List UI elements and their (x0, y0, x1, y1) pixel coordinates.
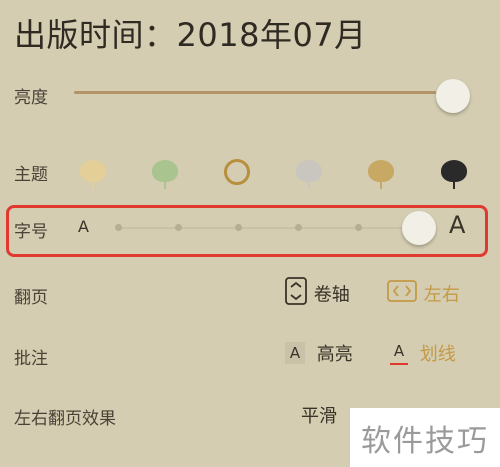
font-size-small-icon[interactable]: A (78, 217, 89, 236)
font-size-label: 字号 (14, 222, 48, 242)
theme-tan-swatch[interactable] (368, 160, 394, 189)
annotation-label: 批注 (14, 349, 48, 369)
turn-effect-value[interactable]: 平滑 (301, 402, 337, 428)
left-right-icon (386, 279, 418, 308)
font-size-slider-knob[interactable] (402, 211, 436, 245)
font-size-step-dot[interactable] (115, 224, 122, 231)
theme-gray-swatch[interactable] (296, 160, 322, 189)
underline-icon: A (390, 341, 408, 365)
theme-green-swatch[interactable] (152, 160, 178, 189)
theme-selected-swatch[interactable] (224, 159, 250, 185)
page-turn-scroll-label: 卷轴 (313, 284, 350, 306)
theme-yellow-swatch[interactable] (80, 160, 106, 189)
watermark: 软件技巧 (350, 408, 500, 467)
page-turn-scroll-option[interactable]: 卷轴 (284, 276, 350, 311)
page-title: 出版时间：2018年07月 (14, 16, 367, 54)
font-size-large-icon[interactable]: A (449, 211, 465, 239)
annotation-highlight-label: 高亮 (316, 344, 353, 365)
brightness-slider-knob[interactable] (436, 79, 470, 113)
brightness-slider-track[interactable] (74, 91, 436, 94)
annotation-highlight-option[interactable]: A 高亮 (285, 340, 353, 366)
turn-effect-label: 左右翻页效果 (14, 409, 116, 429)
annotation-underline-option[interactable]: A 划线 (390, 340, 456, 366)
font-size-step-dot[interactable] (235, 224, 242, 231)
font-size-step-dot[interactable] (355, 224, 362, 231)
brightness-label: 亮度 (14, 88, 48, 108)
page-turn-leftright-option[interactable]: 左右 (386, 279, 460, 308)
annotation-underline-label: 划线 (419, 344, 456, 365)
page-turn-leftright-label: 左右 (423, 284, 460, 306)
page-turn-label: 翻页 (14, 288, 48, 308)
font-size-step-dot[interactable] (295, 224, 302, 231)
highlight-icon: A (285, 342, 305, 364)
theme-night-swatch[interactable] (441, 160, 467, 189)
font-size-step-dot[interactable] (175, 224, 182, 231)
scroll-icon (284, 276, 308, 311)
theme-label: 主题 (14, 165, 48, 185)
font-size-slider-track[interactable] (118, 227, 418, 229)
